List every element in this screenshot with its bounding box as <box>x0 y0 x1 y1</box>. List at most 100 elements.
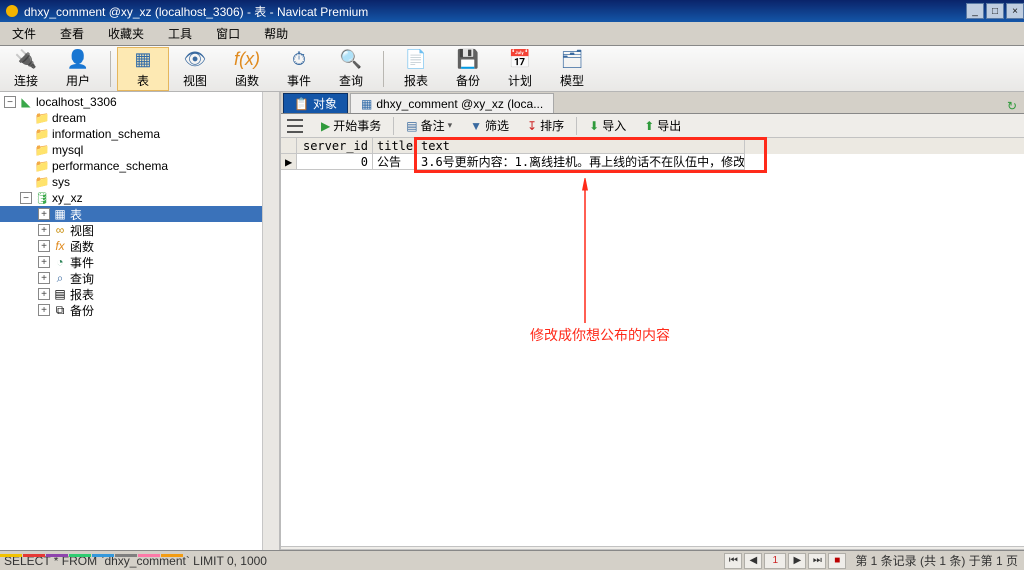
close-button[interactable]: × <box>1006 3 1024 19</box>
plug-icon: 🔌 <box>15 49 37 71</box>
memo-icon: ▤ <box>406 119 417 133</box>
tb-backup[interactable]: 💾备份 <box>442 47 494 91</box>
tree-db[interactable]: 📁dream <box>0 110 263 126</box>
row-indicator: ▶ <box>281 154 297 170</box>
tree-db-open[interactable]: −🛢xy_xz <box>0 190 263 206</box>
ab-begin[interactable]: ▶开始事务 <box>315 115 387 136</box>
table-icon: ▦ <box>132 49 154 71</box>
ab-export[interactable]: ⬆导出 <box>638 115 687 136</box>
tree-funcs[interactable]: +fx函数 <box>0 238 263 254</box>
tree-tables[interactable]: +▦表 <box>0 206 263 222</box>
event-icon: ◔ <box>52 254 68 270</box>
view-icon: ∞ <box>52 222 68 238</box>
tree-db[interactable]: 📁information_schema <box>0 126 263 142</box>
page-next[interactable]: ▶ <box>788 553 806 569</box>
connection-tree[interactable]: −◣localhost_3306 📁dream 📁information_sch… <box>0 92 280 550</box>
col-server_id[interactable]: server_id <box>297 138 373 154</box>
maximize-button[interactable]: □ <box>986 3 1004 19</box>
tree-reports[interactable]: +▤报表 <box>0 286 263 302</box>
menubar: 文件 查看 收藏夹 工具 窗口 帮助 <box>0 22 1024 46</box>
ab-sort[interactable]: ↧排序 <box>521 115 570 136</box>
tb-table[interactable]: ▦表 <box>117 47 169 91</box>
tab-objects[interactable]: 📋对象 <box>283 93 348 113</box>
main-pane: 📋对象 ▦dhxy_comment @xy_xz (loca... ↻ ▶开始事… <box>280 92 1024 550</box>
window-titlebar: dhxy_comment @xy_xz (localhost_3306) - 表… <box>0 0 1024 22</box>
tb-view[interactable]: 👁视图 <box>169 47 221 91</box>
schedule-icon: 📅 <box>509 49 531 71</box>
query-icon: ⌕ <box>52 270 68 286</box>
annotation-text: 修改成你想公布的内容 <box>530 325 670 345</box>
filter-icon: ▼ <box>470 119 482 133</box>
tree-db[interactable]: 📁mysql <box>0 142 263 158</box>
window-title: dhxy_comment @xy_xz (localhost_3306) - 表… <box>24 3 964 20</box>
tb-connect[interactable]: 🔌连接 <box>0 47 52 91</box>
page-stop[interactable]: ■ <box>828 553 846 569</box>
user-icon: 👤 <box>67 49 89 71</box>
tb-func[interactable]: f(x)函数 <box>221 47 273 91</box>
pager: ⏮ ◀ 1 ▶ ⏭ ■ 第 1 条记录 (共 1 条) 于第 1 页 <box>723 552 1024 569</box>
scroll-up[interactable]: ▲ <box>264 92 278 106</box>
menu-help[interactable]: 帮助 <box>252 21 300 46</box>
play-icon: ▶ <box>321 119 330 133</box>
ab-memo[interactable]: ▤备注 <box>400 115 458 136</box>
event-icon: ⏱ <box>288 49 310 71</box>
tb-report[interactable]: 📄报表 <box>390 47 442 91</box>
menu-icon[interactable] <box>287 119 303 133</box>
page-last[interactable]: ⏭ <box>808 553 826 569</box>
tree-backups[interactable]: +⧉备份 <box>0 302 263 318</box>
tb-model[interactable]: 🗂模型 <box>546 47 598 91</box>
status-records: 第 1 条记录 (共 1 条) 于第 1 页 <box>855 552 1018 569</box>
page-prev[interactable]: ◀ <box>744 553 762 569</box>
cell-text[interactable]: 3.6号更新内容：1.离线挂机。再上线的话不在队伍中，修改为自动进队 <box>417 154 745 170</box>
database-icon: 🛢 <box>34 190 50 206</box>
database-icon: 📁 <box>34 158 50 174</box>
tab-refresh[interactable]: ↻ <box>1000 99 1024 113</box>
tb-event[interactable]: ⏱事件 <box>273 47 325 91</box>
import-icon: ⬇ <box>589 119 599 133</box>
menu-tools[interactable]: 工具 <box>156 21 204 46</box>
app-icon <box>4 3 20 19</box>
tb-schedule[interactable]: 📅计划 <box>494 47 546 91</box>
minimize-button[interactable]: _ <box>966 3 984 19</box>
tree-events[interactable]: +◔事件 <box>0 254 263 270</box>
tree-connection[interactable]: −◣localhost_3306 <box>0 94 263 110</box>
page-first[interactable]: ⏮ <box>724 553 742 569</box>
backup-icon: ⧉ <box>52 302 68 318</box>
tree-db[interactable]: 📁sys <box>0 174 263 190</box>
tree-db[interactable]: 📁performance_schema <box>0 158 263 174</box>
tab-table[interactable]: ▦dhxy_comment @xy_xz (loca... <box>350 93 554 113</box>
function-icon: fx <box>52 238 68 254</box>
ab-import[interactable]: ⬇导入 <box>583 115 632 136</box>
tb-query[interactable]: 🔍查询 <box>325 47 377 91</box>
tb-user[interactable]: 👤用户 <box>52 47 104 91</box>
grid-footer-bar[interactable] <box>281 546 1024 550</box>
actionbar: ▶开始事务 ▤备注 ▼筛选 ↧排序 ⬇导入 ⬆导出 <box>281 114 1024 138</box>
connection-icon: ◣ <box>18 94 34 110</box>
report-icon: 📄 <box>405 49 427 71</box>
table-icon: ▦ <box>361 97 372 111</box>
content-tabs: 📋对象 ▦dhxy_comment @xy_xz (loca... ↻ <box>281 92 1024 114</box>
menu-file[interactable]: 文件 <box>0 21 48 46</box>
col-title[interactable]: title <box>373 138 417 154</box>
page-num[interactable]: 1 <box>764 553 786 569</box>
menu-view[interactable]: 查看 <box>48 21 96 46</box>
tree-views[interactable]: +∞视图 <box>0 222 263 238</box>
menu-window[interactable]: 窗口 <box>204 21 252 46</box>
table-row[interactable]: ▶ 0 公告 3.6号更新内容：1.离线挂机。再上线的话不在队伍中，修改为自动进… <box>281 154 1024 170</box>
col-text[interactable]: text <box>417 138 745 154</box>
objects-icon: 📋 <box>294 97 309 111</box>
export-icon: ⬆ <box>644 119 654 133</box>
backup-icon: 💾 <box>457 49 479 71</box>
ab-filter[interactable]: ▼筛选 <box>464 115 515 136</box>
menu-fav[interactable]: 收藏夹 <box>96 21 156 46</box>
database-icon: 📁 <box>34 126 50 142</box>
cell-server_id[interactable]: 0 <box>297 154 373 170</box>
tree-queries[interactable]: +⌕查询 <box>0 270 263 286</box>
separator <box>383 51 384 87</box>
function-icon: f(x) <box>236 49 258 71</box>
cell-title[interactable]: 公告 <box>373 154 417 170</box>
database-icon: 📁 <box>34 110 50 126</box>
main-toolbar: 🔌连接 👤用户 ▦表 👁视图 f(x)函数 ⏱事件 🔍查询 📄报表 💾备份 📅计… <box>0 46 1024 92</box>
separator <box>110 51 111 87</box>
database-icon: 📁 <box>34 174 50 190</box>
